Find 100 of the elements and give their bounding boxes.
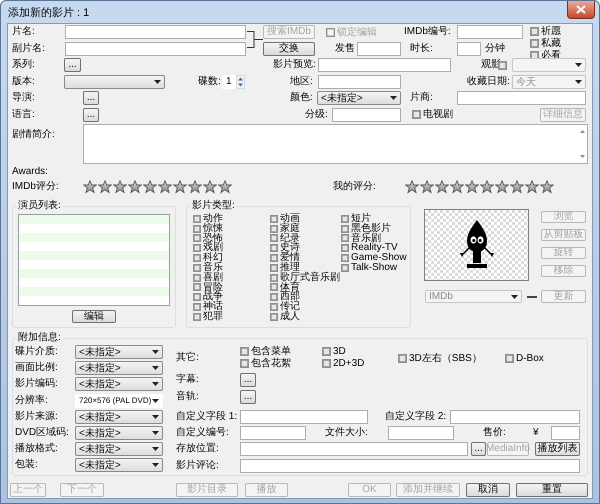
checkbox[interactable]: Game-Show — [341, 253, 407, 263]
push-button[interactable]: ... — [83, 91, 99, 106]
text-field[interactable] — [240, 410, 368, 424]
checkbox[interactable]: 西部 — [270, 292, 341, 302]
push-button[interactable]: ... — [64, 58, 81, 72]
text-field[interactable] — [332, 108, 401, 122]
push-button[interactable]: ... — [83, 108, 99, 122]
text-field[interactable] — [65, 42, 246, 56]
push-button[interactable]: ... — [240, 373, 256, 388]
text-field[interactable] — [65, 25, 246, 40]
checkbox[interactable]: 爱情 — [270, 253, 341, 263]
checkbox[interactable]: 歌厅式音乐剧 — [270, 272, 341, 283]
text-field[interactable] — [551, 426, 580, 440]
star-rating[interactable] — [83, 180, 232, 194]
checkbox[interactable]: 黑色影片 — [341, 224, 407, 234]
text-field[interactable] — [240, 442, 468, 456]
dropdown[interactable]: <未指定> — [75, 345, 163, 360]
checkbox[interactable]: 祈愿 — [530, 26, 561, 37]
checkbox[interactable]: 音乐剧 — [341, 234, 407, 244]
checkbox[interactable]: 音乐 — [193, 262, 270, 273]
text-field[interactable] — [318, 74, 401, 89]
field-label: 颜色: — [290, 92, 313, 104]
check-square-icon — [240, 347, 249, 356]
checkbox[interactable]: 短片 — [341, 214, 407, 224]
check-square-icon — [193, 244, 201, 252]
check-square-icon — [270, 214, 278, 223]
text-field[interactable] — [240, 458, 580, 473]
checkbox[interactable]: 传记 — [270, 302, 341, 312]
text-field[interactable] — [240, 426, 306, 440]
push-button[interactable]: ... — [471, 442, 486, 456]
push-button[interactable]: 重置 — [516, 483, 588, 497]
checkbox[interactable]: 成人 — [270, 312, 341, 322]
checkbox[interactable]: D-Box — [505, 352, 544, 364]
push-button[interactable]: ... — [240, 390, 256, 404]
text-field[interactable] — [457, 25, 523, 40]
field-label: 副片名: — [12, 42, 45, 55]
dropdown[interactable]: <未指定> — [75, 361, 163, 376]
star-icon — [173, 180, 187, 194]
dropdown[interactable]: <未指定> — [75, 458, 163, 472]
checkbox[interactable]: 惊悚 — [193, 224, 270, 234]
checkbox[interactable]: 神话 — [193, 302, 270, 312]
text-field[interactable] — [450, 410, 580, 424]
checkbox[interactable]: 2D+3D — [322, 358, 364, 369]
dropdown[interactable]: <未指定> — [317, 91, 401, 106]
dropdown[interactable]: <未指定> — [75, 442, 163, 456]
checkbox[interactable]: 3D左右（SBS） — [398, 352, 482, 364]
push-button[interactable]: 交换 — [263, 42, 315, 56]
list-box[interactable] — [18, 214, 170, 306]
text-field[interactable] — [388, 426, 454, 440]
field-label: 售价: — [483, 427, 506, 440]
star-icon — [480, 180, 494, 194]
checkbox[interactable]: 犯罪 — [193, 312, 270, 322]
checkbox[interactable]: 家庭 — [270, 224, 341, 234]
dropdown[interactable]: <未指定> — [75, 377, 163, 392]
field-label: 分级: — [305, 108, 328, 121]
star-rating[interactable] — [405, 180, 554, 194]
caret-icon — [575, 63, 582, 68]
checkbox[interactable]: 冒险 — [193, 282, 270, 292]
push-button[interactable]: 编辑 — [72, 310, 116, 323]
text-field[interactable] — [357, 42, 401, 56]
text-field[interactable] — [457, 42, 481, 56]
field-label: 播放格式: — [15, 443, 58, 456]
field-label: 发售 — [335, 42, 355, 55]
checkbox[interactable]: 电视剧 — [412, 109, 453, 120]
push-button[interactable]: 取消 — [466, 483, 510, 497]
checkbox[interactable]: 喜剧 — [193, 272, 270, 283]
field-label: 影片预览: — [273, 59, 316, 72]
close-button[interactable] — [567, 1, 595, 19]
star-icon — [113, 180, 127, 194]
star-icon — [188, 180, 202, 194]
checkbox[interactable]: 包含花絮 — [240, 358, 291, 369]
checkbox[interactable]: 恐怖 — [193, 234, 270, 244]
check-square-icon — [240, 359, 249, 368]
checkbox[interactable]: 动画 — [270, 214, 341, 224]
spin-box[interactable]: 1 — [222, 74, 245, 89]
checkbox[interactable]: Reality-TV — [341, 243, 407, 254]
checkbox[interactable]: 体育 — [270, 282, 341, 292]
star-icon — [218, 180, 232, 194]
checkbox[interactable]: 科幻 — [193, 253, 270, 263]
dropdown[interactable]: <未指定> — [75, 426, 163, 440]
text-field[interactable] — [318, 58, 451, 72]
checkbox[interactable] — [498, 60, 507, 70]
field-label: 存放位置: — [176, 443, 219, 456]
text-field[interactable] — [457, 91, 586, 106]
checkbox[interactable]: Talk-Show — [341, 262, 407, 273]
dropdown[interactable] — [64, 74, 165, 89]
checkbox[interactable]: 3D — [322, 346, 364, 357]
checkbox[interactable]: 戏剧 — [193, 243, 270, 254]
checkbox[interactable]: 纪录 — [270, 234, 341, 244]
field-label: 片名: — [12, 26, 35, 38]
dropdown[interactable]: <未指定> — [75, 410, 163, 424]
checkbox[interactable]: 推理 — [270, 262, 341, 273]
star-icon — [128, 180, 142, 194]
checkbox[interactable]: 私藏 — [530, 38, 561, 49]
checkbox[interactable]: 动作 — [193, 214, 270, 224]
text-area[interactable] — [83, 124, 588, 164]
checkbox[interactable]: 包含菜单 — [240, 346, 291, 357]
star-icon — [83, 180, 97, 194]
combo-box[interactable]: 720×576 (PAL DVD) — [75, 394, 163, 408]
push-button[interactable]: 播放列表 — [535, 442, 580, 456]
